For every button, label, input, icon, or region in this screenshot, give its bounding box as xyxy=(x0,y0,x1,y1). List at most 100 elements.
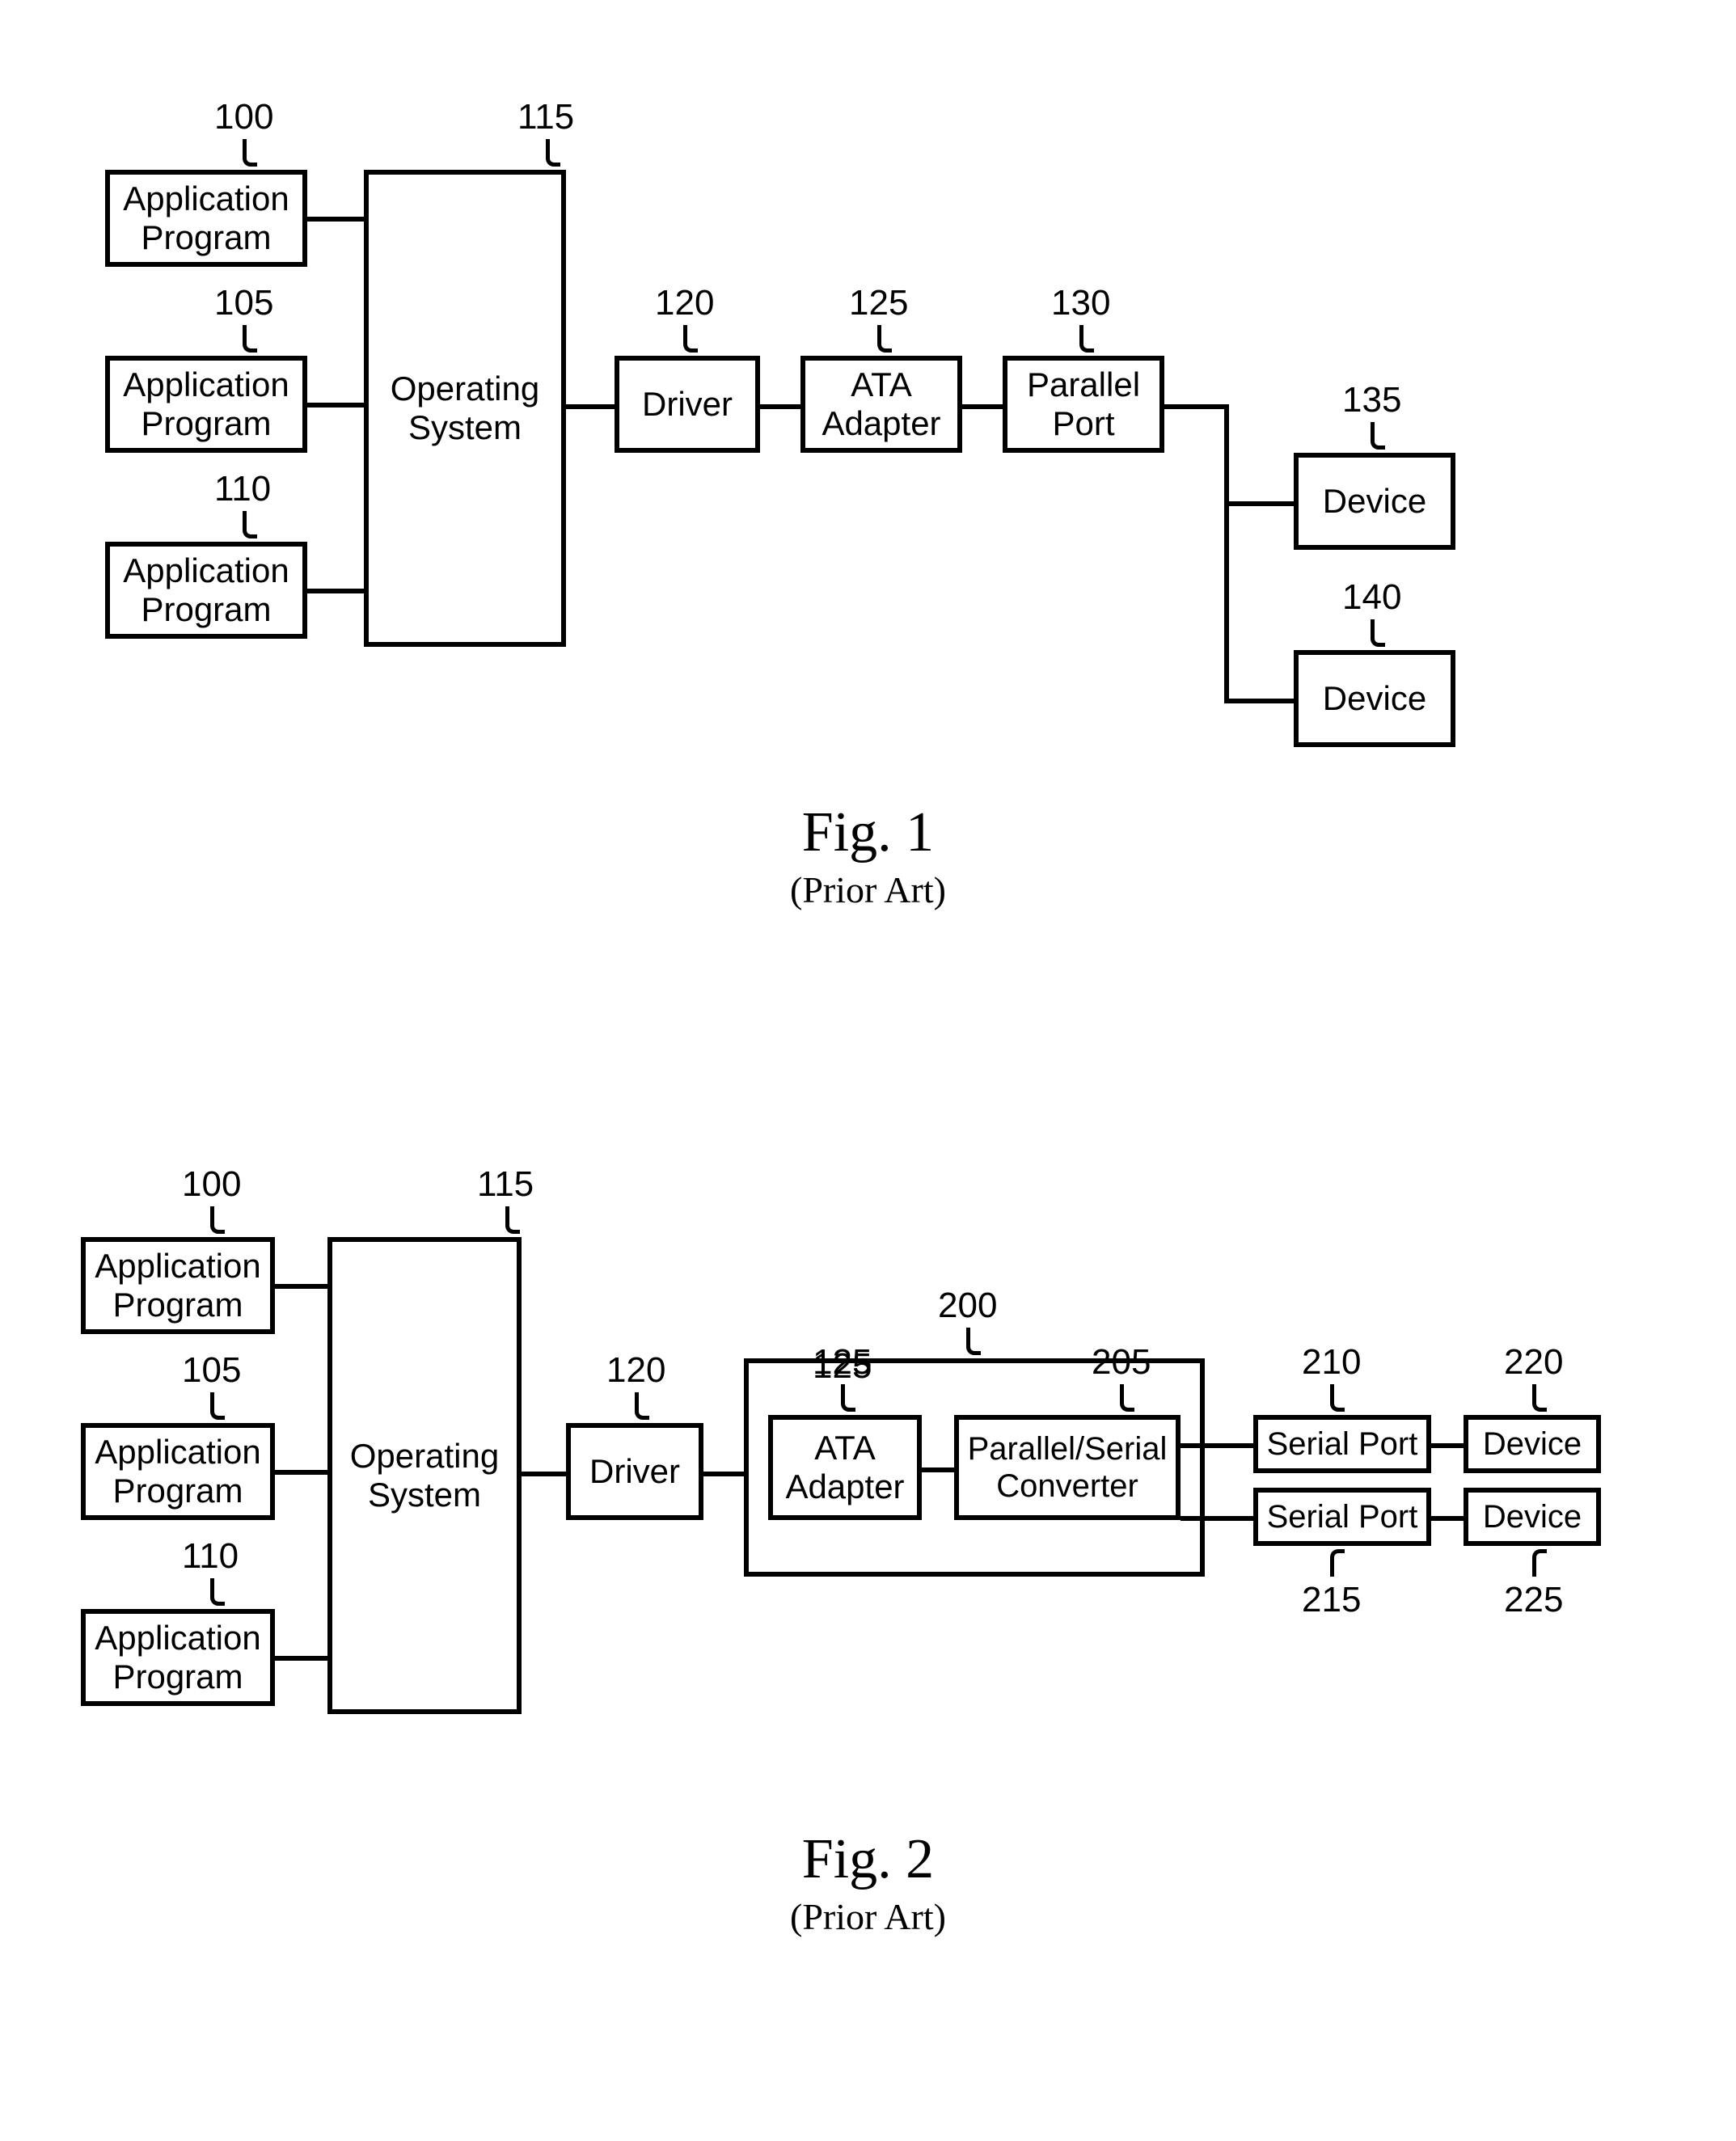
label: Driver xyxy=(642,385,733,424)
lead-icon xyxy=(243,511,257,538)
label: Driver xyxy=(589,1452,680,1491)
ref-115: 115 xyxy=(517,97,574,137)
ref-210: 210 xyxy=(1302,1342,1361,1383)
app-program-3: Application Program xyxy=(105,542,307,639)
lead-icon xyxy=(877,325,892,353)
connector xyxy=(703,1472,744,1476)
lead-icon xyxy=(683,325,698,353)
connector xyxy=(1205,1443,1253,1448)
lead-icon xyxy=(243,325,257,353)
label: Application Program xyxy=(95,1247,260,1325)
driver: Driver xyxy=(566,1423,703,1520)
connector xyxy=(962,404,1003,409)
lead-icon xyxy=(1330,1384,1345,1412)
ref-220: 220 xyxy=(1504,1342,1563,1383)
connector xyxy=(922,1467,954,1472)
caption-title: Fig. 1 xyxy=(0,800,1736,865)
operating-system: Operating System xyxy=(364,170,566,647)
connector xyxy=(1431,1516,1464,1521)
lead-icon xyxy=(243,139,257,167)
lead-icon xyxy=(1371,422,1385,450)
lead-icon xyxy=(210,1392,225,1420)
connector xyxy=(1224,699,1294,703)
connector xyxy=(1164,404,1229,409)
lead-icon xyxy=(1532,1384,1547,1412)
serial-port-2: Serial Port xyxy=(1253,1488,1431,1546)
operating-system: Operating System xyxy=(327,1237,522,1714)
label: Operating System xyxy=(391,370,539,448)
label: Device xyxy=(1323,679,1426,718)
ata-adapter: ATA Adapter xyxy=(800,356,962,453)
ref-100: 100 xyxy=(182,1164,241,1205)
lead-icon xyxy=(505,1206,520,1234)
lead-icon xyxy=(546,139,560,167)
figure-2-caption: Fig. 2 (Prior Art) xyxy=(0,1827,1736,1938)
app-program-1: Application Program xyxy=(105,170,307,267)
ref-125: 125 xyxy=(849,283,908,323)
lead-icon xyxy=(210,1206,225,1234)
ref-120: 120 xyxy=(655,283,714,323)
connector xyxy=(1181,1443,1205,1448)
connector xyxy=(1224,404,1229,703)
connector xyxy=(1181,1516,1205,1521)
ref-120: 120 xyxy=(606,1350,665,1391)
label: Serial Port xyxy=(1267,1425,1418,1463)
parallel-port: Parallel Port xyxy=(1003,356,1164,453)
device-2: Device xyxy=(1294,650,1455,747)
lead-icon xyxy=(1079,325,1094,353)
ref-140: 140 xyxy=(1342,577,1401,618)
connector xyxy=(275,1284,327,1289)
connector xyxy=(275,1470,327,1475)
driver: Driver xyxy=(615,356,760,453)
figure-1: 100 Application Program 105 Application … xyxy=(0,0,1736,930)
lead-icon xyxy=(635,1392,649,1420)
app-program-3: Application Program xyxy=(81,1609,275,1706)
lead-icon xyxy=(1371,619,1385,647)
label: Device xyxy=(1323,482,1426,521)
label: Application Program xyxy=(95,1619,260,1697)
lead-icon xyxy=(1330,1549,1345,1577)
connector xyxy=(1205,1516,1253,1521)
lead-icon xyxy=(966,1328,981,1355)
label: Parallel Port xyxy=(1027,365,1140,444)
app-program-2: Application Program xyxy=(105,356,307,453)
connector xyxy=(1431,1443,1464,1448)
label: ATA Adapter xyxy=(822,365,940,444)
figure-1-caption: Fig. 1 (Prior Art) xyxy=(0,800,1736,911)
connector xyxy=(566,404,615,409)
label: Parallel/Serial Converter xyxy=(968,1430,1168,1505)
ref-225: 225 xyxy=(1504,1580,1563,1620)
connector xyxy=(307,217,364,222)
label: Device xyxy=(1483,1498,1582,1535)
label: Application Program xyxy=(123,179,289,258)
connector xyxy=(275,1656,327,1661)
lead-icon xyxy=(210,1578,225,1606)
connector xyxy=(307,403,364,408)
ref-110: 110 xyxy=(182,1536,239,1577)
ref-135: 135 xyxy=(1342,380,1401,420)
ref-105: 105 xyxy=(214,283,273,323)
label: Serial Port xyxy=(1267,1498,1418,1535)
device-2: Device xyxy=(1464,1488,1601,1546)
ref-200: 200 xyxy=(938,1286,997,1326)
ref-205: 205 xyxy=(1092,1342,1151,1383)
ref-110: 110 xyxy=(214,469,271,509)
device-1: Device xyxy=(1294,453,1455,550)
figure-2: 100 Application Program 105 Application … xyxy=(0,1067,1736,1997)
ref-105: 105 xyxy=(182,1350,241,1391)
serial-port-1: Serial Port xyxy=(1253,1415,1431,1473)
label: ATA Adapter xyxy=(785,1429,904,1507)
app-program-1: Application Program xyxy=(81,1237,275,1334)
lead-icon xyxy=(1532,1549,1547,1577)
label: Application Program xyxy=(123,365,289,444)
parallel-serial-converter: Parallel/Serial Converter xyxy=(954,1415,1181,1520)
ref-125: 125 xyxy=(813,1342,872,1383)
ref-115: 115 xyxy=(477,1164,534,1205)
ref-100: 100 xyxy=(214,97,273,137)
label: Application Program xyxy=(123,551,289,630)
caption-title: Fig. 2 xyxy=(0,1827,1736,1892)
lead-icon xyxy=(841,1384,855,1412)
label: Device xyxy=(1483,1425,1582,1463)
connector xyxy=(760,404,800,409)
app-program-2: Application Program xyxy=(81,1423,275,1520)
